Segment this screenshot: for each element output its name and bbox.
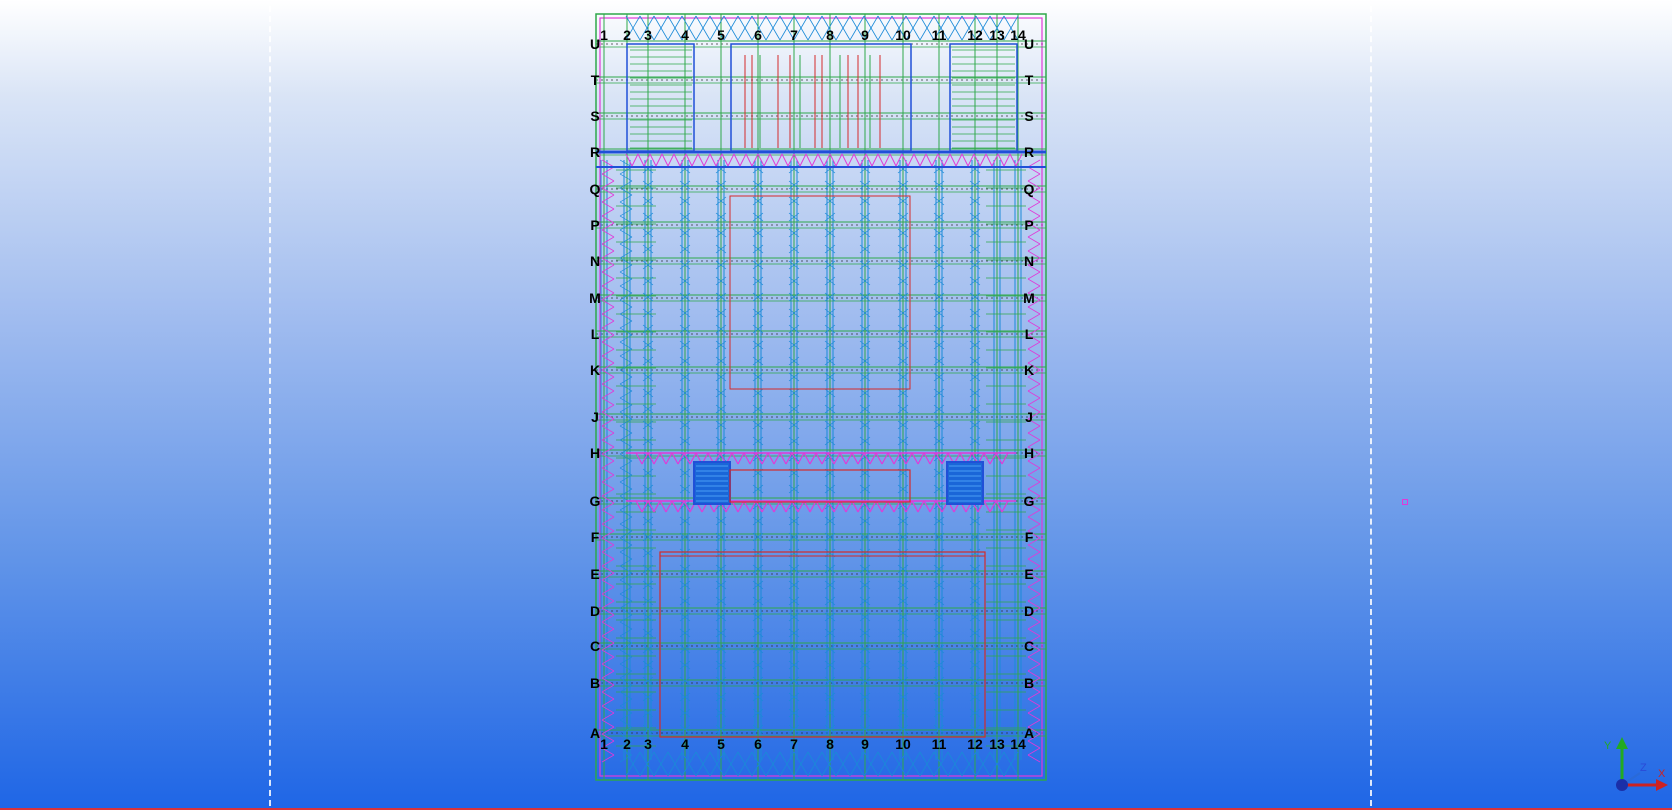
column-label-top-11: 11 — [932, 27, 947, 43]
x-axis-label: X — [1658, 768, 1666, 780]
row-label-left-A: A — [590, 725, 600, 741]
row-label-left-D: D — [590, 603, 600, 619]
axis-triad: Z X Y — [1604, 737, 1668, 791]
structural-model[interactable]: 11223344556677889910101111121213131414U U… — [0, 0, 1672, 808]
row-label-right-K: K — [1024, 362, 1034, 378]
row-label-left-S: S — [590, 108, 599, 124]
column-label-top-3: 3 — [644, 27, 652, 43]
row-label-right-R: R — [1024, 144, 1034, 160]
column-label-top-9: 9 — [861, 27, 869, 43]
column-label-bottom-6: 6 — [754, 736, 762, 752]
column-label-top-4: 4 — [681, 27, 689, 43]
column-label-top-12: 12 — [967, 27, 983, 43]
column-label-top-13: 13 — [989, 27, 1005, 43]
row-label-left-E: E — [590, 566, 599, 582]
column-label-top-2: 2 — [623, 27, 631, 43]
row-label-right-H: H — [1024, 445, 1034, 461]
column-label-bottom-2: 2 — [623, 736, 631, 752]
structural-members — [595, 13, 1047, 781]
row-label-left-M: M — [589, 290, 601, 306]
y-axis-arrow-head — [1616, 737, 1628, 749]
row-label-right-C: C — [1024, 638, 1034, 654]
column-label-bottom-3: 3 — [644, 736, 652, 752]
column-label-bottom-13: 13 — [989, 736, 1005, 752]
row-label-right-D: D — [1024, 603, 1034, 619]
column-label-top-6: 6 — [754, 27, 762, 43]
row-label-right-U: U — [1024, 36, 1034, 52]
row-label-left-J: J — [591, 409, 599, 425]
row-label-right-N: N — [1024, 253, 1034, 269]
row-label-left-B: B — [590, 675, 600, 691]
z-axis-label: Z — [1640, 762, 1647, 774]
row-label-left-R: R — [590, 144, 600, 160]
column-label-bottom-1: 1 — [600, 736, 608, 752]
row-label-left-U: U — [590, 36, 600, 52]
row-label-right-E: E — [1024, 566, 1033, 582]
column-label-top-7: 7 — [790, 27, 798, 43]
column-label-bottom-7: 7 — [790, 736, 798, 752]
row-label-right-L: L — [1025, 326, 1034, 342]
column-label-bottom-8: 8 — [826, 736, 834, 752]
row-label-right-T: T — [1025, 72, 1034, 88]
column-label-bottom-9: 9 — [861, 736, 869, 752]
row-label-left-L: L — [591, 326, 600, 342]
row-label-right-F: F — [1025, 529, 1034, 545]
row-label-left-T: T — [591, 72, 600, 88]
3d-model-viewport[interactable]: 1 1 2 2 3 3 4 4 5 5 6 6 7 7 8 8 9 9 10 10 11 11 12 12 13 13 14 14 U U… — [0, 0, 1672, 808]
row-label-right-A: A — [1024, 725, 1034, 741]
row-label-right-J: J — [1025, 409, 1033, 425]
row-label-right-B: B — [1024, 675, 1034, 691]
row-label-left-H: H — [590, 445, 600, 461]
column-label-top-10: 10 — [895, 27, 911, 43]
x-axis-arrow-head — [1656, 779, 1668, 791]
column-label-bottom-4: 4 — [681, 736, 689, 752]
column-label-bottom-12: 12 — [967, 736, 983, 752]
y-axis-label: Y — [1604, 740, 1612, 752]
model-point-marker — [1402, 499, 1408, 505]
row-label-right-P: P — [1024, 217, 1033, 233]
row-label-left-G: G — [590, 493, 601, 509]
axis-origin — [1616, 779, 1628, 791]
column-label-bottom-10: 10 — [895, 736, 911, 752]
row-label-left-K: K — [590, 362, 600, 378]
column-label-top-1: 1 — [600, 27, 608, 43]
row-label-left-N: N — [590, 253, 600, 269]
row-label-right-S: S — [1024, 108, 1033, 124]
row-label-left-F: F — [591, 529, 600, 545]
column-label-top-8: 8 — [826, 27, 834, 43]
column-label-bottom-11: 11 — [932, 736, 947, 752]
row-label-right-M: M — [1023, 290, 1035, 306]
column-label-bottom-5: 5 — [717, 736, 725, 752]
row-label-right-G: G — [1024, 493, 1035, 509]
row-label-left-P: P — [590, 217, 599, 233]
row-label-left-Q: Q — [590, 181, 601, 197]
column-label-top-5: 5 — [717, 27, 725, 43]
row-label-left-C: C — [590, 638, 600, 654]
row-label-right-Q: Q — [1024, 181, 1035, 197]
